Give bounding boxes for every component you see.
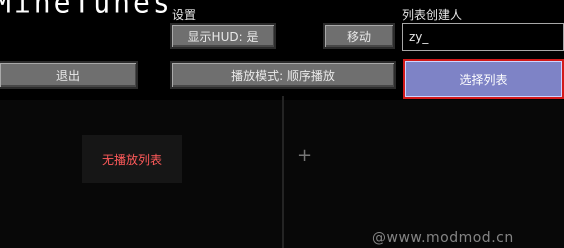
move-button[interactable]: 移动: [323, 23, 395, 49]
select-list-button[interactable]: 选择列表: [403, 59, 564, 99]
add-icon[interactable]: +: [297, 147, 312, 165]
exit-button[interactable]: 退出: [0, 61, 138, 89]
creator-label: 列表创建人: [402, 8, 463, 22]
settings-label: 设置: [172, 8, 197, 22]
watermark-text: @www.modmod.cn: [372, 230, 514, 246]
creator-input[interactable]: [402, 23, 564, 51]
empty-playlist-message: 无播放列表: [82, 135, 182, 183]
playback-mode-button[interactable]: 播放模式: 顺序播放: [170, 61, 396, 89]
app-title: MineTunes: [0, 0, 173, 20]
panel-divider: [282, 96, 284, 248]
hud-toggle-button[interactable]: 显示HUD: 是: [170, 23, 276, 49]
songs-panel: [284, 100, 564, 248]
